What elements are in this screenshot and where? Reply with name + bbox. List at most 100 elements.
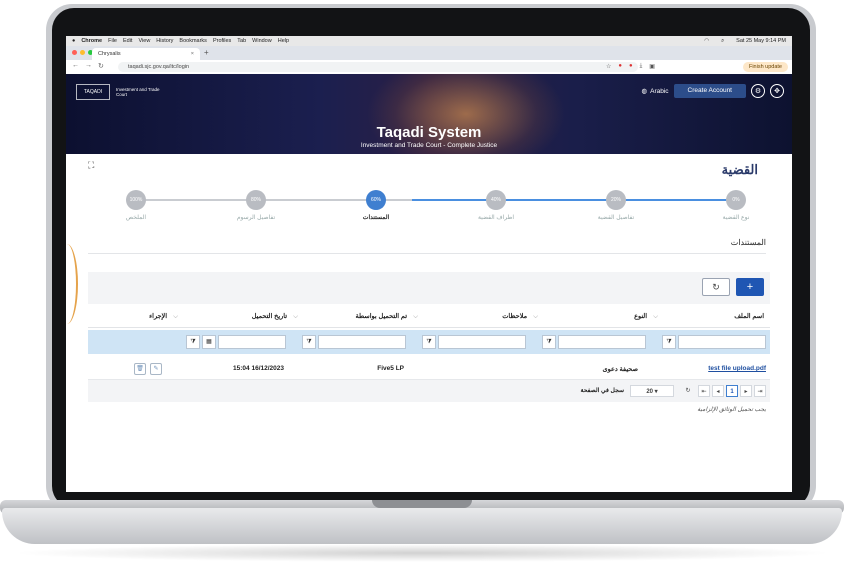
menu-file[interactable]: File (108, 38, 117, 44)
page-size-value: 20 (646, 389, 653, 395)
apple-icon[interactable]: ● (72, 38, 75, 44)
clock[interactable]: Sat 25 May 9:14 PM (736, 38, 786, 45)
filter-uploaded-by-input[interactable] (318, 335, 406, 349)
filter-icon[interactable]: ⧩ (422, 335, 436, 349)
progress-stepper: 100% الملخص 80% تفاصيل الرسوم 60% المستن… (116, 190, 756, 230)
back-icon[interactable]: ← (72, 62, 79, 70)
step-label: اطراف القضية (477, 215, 515, 221)
step-percent: 0% (726, 190, 746, 210)
new-tab-button[interactable]: + (204, 48, 209, 57)
globe-icon: ◍ (641, 88, 648, 95)
menu-bookmarks[interactable]: Bookmarks (179, 38, 207, 44)
last-page-icon[interactable]: ⇥ (754, 385, 766, 397)
filter-icon[interactable]: ⧩ (662, 335, 676, 349)
mac-menu-bar: ● Chrome File Edit View History Bookmark… (66, 36, 792, 46)
column-upload-date[interactable]: تاريخ التحميل ⌵ (252, 312, 304, 321)
browser-tab[interactable]: Chrysalis × (92, 48, 200, 60)
add-document-button[interactable]: + (736, 278, 764, 296)
filter-row: ⧩ ⧩ ⧩ ⧩ ▦ ⧩ (88, 330, 770, 354)
table-row[interactable]: test file upload.pdf صحيفة دعوى Five5 LP… (88, 359, 770, 380)
cell-type: صحيفة دعوى (602, 366, 638, 373)
current-page-button[interactable]: 1 (726, 385, 738, 397)
tab-close-icon[interactable]: × (191, 51, 194, 57)
calendar-icon[interactable]: ▦ (202, 335, 216, 349)
hero-banner: TAQADI Investment and Trade Court ◍ Arab… (66, 74, 792, 154)
url-input[interactable]: taqadi.sjc.gov.qa/itc/login (118, 62, 638, 72)
minimize-window-icon[interactable] (80, 50, 85, 55)
extension-icon[interactable]: ● (618, 63, 622, 70)
chevron-down-icon[interactable]: ⌵ (413, 313, 418, 320)
court-logo[interactable]: Investment and Trade Court (116, 85, 164, 99)
language-switch[interactable]: ◍ Arabic (641, 87, 669, 96)
next-page-icon[interactable]: ▸ (740, 385, 752, 397)
fullscreen-icon[interactable]: ⛶ (88, 160, 94, 171)
bookmark-star-icon[interactable]: ☆ (606, 63, 611, 70)
file-name-link[interactable]: test file upload.pdf (708, 365, 766, 372)
browser-tab-bar: Chrysalis × + (66, 46, 792, 60)
step-fees[interactable]: 80% تفاصيل الرسوم (221, 190, 291, 221)
system-title: Taqadi System (376, 124, 482, 141)
chevron-down-icon[interactable]: ⌵ (293, 313, 298, 320)
menu-view[interactable]: View (138, 38, 150, 44)
page-title: القضية (721, 162, 758, 177)
step-summary[interactable]: 100% الملخص (101, 190, 171, 221)
column-uploaded-by[interactable]: تم التحميل بواسطة ⌵ (355, 312, 424, 321)
filter-file-name-input[interactable] (678, 335, 766, 349)
search-icon[interactable]: ⌕ (721, 38, 724, 45)
reload-icon[interactable]: ↻ (98, 62, 104, 70)
step-label: الملخص (125, 215, 147, 221)
step-documents[interactable]: 60% المستندات (341, 190, 411, 221)
step-percent: 80% (246, 190, 266, 210)
step-case-details[interactable]: 20% تفاصيل القضية (581, 190, 651, 221)
chevron-down-icon[interactable]: ⌵ (653, 313, 658, 320)
system-subtitle: Investment and Trade Court - Complete Ju… (360, 142, 498, 149)
edit-icon[interactable]: ✎ (150, 363, 162, 375)
language-label: Arabic (650, 87, 669, 95)
filter-notes-input[interactable] (438, 335, 526, 349)
column-action[interactable]: الإجراء ⌵ (149, 312, 184, 321)
chevron-down-icon[interactable]: ⌵ (173, 313, 178, 320)
finish-update-button[interactable]: Finish update (742, 62, 788, 72)
close-window-icon[interactable] (72, 50, 77, 55)
column-notes[interactable]: ملاحظات ⌵ (502, 312, 544, 321)
forward-icon[interactable]: → (85, 62, 92, 70)
menu-help[interactable]: Help (278, 38, 289, 44)
column-type[interactable]: النوع ⌵ (634, 312, 664, 321)
settings-icon[interactable]: ⚙ (751, 84, 765, 98)
extensions: ☆ ● ● ⤓ ▣ (606, 63, 655, 70)
step-percent: 40% (486, 190, 506, 210)
step-parties[interactable]: 40% اطراف القضية (461, 190, 531, 221)
filter-date-input[interactable] (218, 335, 286, 349)
wifi-icon[interactable]: ◠ (704, 38, 709, 45)
reload-pager-icon[interactable]: ↻ (682, 385, 694, 397)
menu-edit[interactable]: Edit (123, 38, 132, 44)
menu-profiles[interactable]: Profiles (213, 38, 231, 44)
pager: ⇥ ▸ 1 ◂ ⇤ ↻ 20 ▾ سجل في الصفحة (88, 380, 770, 402)
filter-icon[interactable]: ⧩ (302, 335, 316, 349)
chevron-down-icon[interactable]: ⌵ (533, 313, 538, 320)
extension-icon[interactable]: ● (629, 63, 633, 70)
step-label: المستندات (362, 215, 390, 221)
download-icon[interactable]: ⤓ (640, 63, 643, 70)
previous-page-icon[interactable]: ◂ (712, 385, 724, 397)
accessibility-icon[interactable]: ✥ (770, 84, 784, 98)
delete-icon[interactable]: 🗑 (134, 363, 146, 375)
puzzle-icon[interactable]: ▣ (649, 63, 655, 70)
filter-type-input[interactable] (558, 335, 646, 349)
cell-upload-date: 15:04 16/12/2023 (233, 365, 284, 372)
filter-icon[interactable]: ⧩ (186, 335, 200, 349)
menu-window[interactable]: Window (252, 38, 272, 44)
step-case-type[interactable]: 0% نوع القضية (701, 190, 771, 221)
page-size-select[interactable]: 20 ▾ (630, 385, 674, 397)
menu-history[interactable]: History (156, 38, 173, 44)
create-account-button[interactable]: Create Account (673, 84, 746, 98)
first-page-icon[interactable]: ⇤ (698, 385, 710, 397)
column-file-name[interactable]: اسم الملف (734, 312, 764, 320)
menu-tab[interactable]: Tab (237, 38, 246, 44)
table-header: اسم الملف النوع ⌵ ملاحظات ⌵ تم التحميل بوا… (88, 307, 770, 328)
cell-uploaded-by: Five5 LP (377, 365, 404, 372)
filter-icon[interactable]: ⧩ (542, 335, 556, 349)
taqadi-logo[interactable]: TAQADI (76, 84, 110, 100)
refresh-button[interactable]: ↻ (702, 278, 730, 296)
menu-chrome[interactable]: Chrome (81, 38, 102, 44)
